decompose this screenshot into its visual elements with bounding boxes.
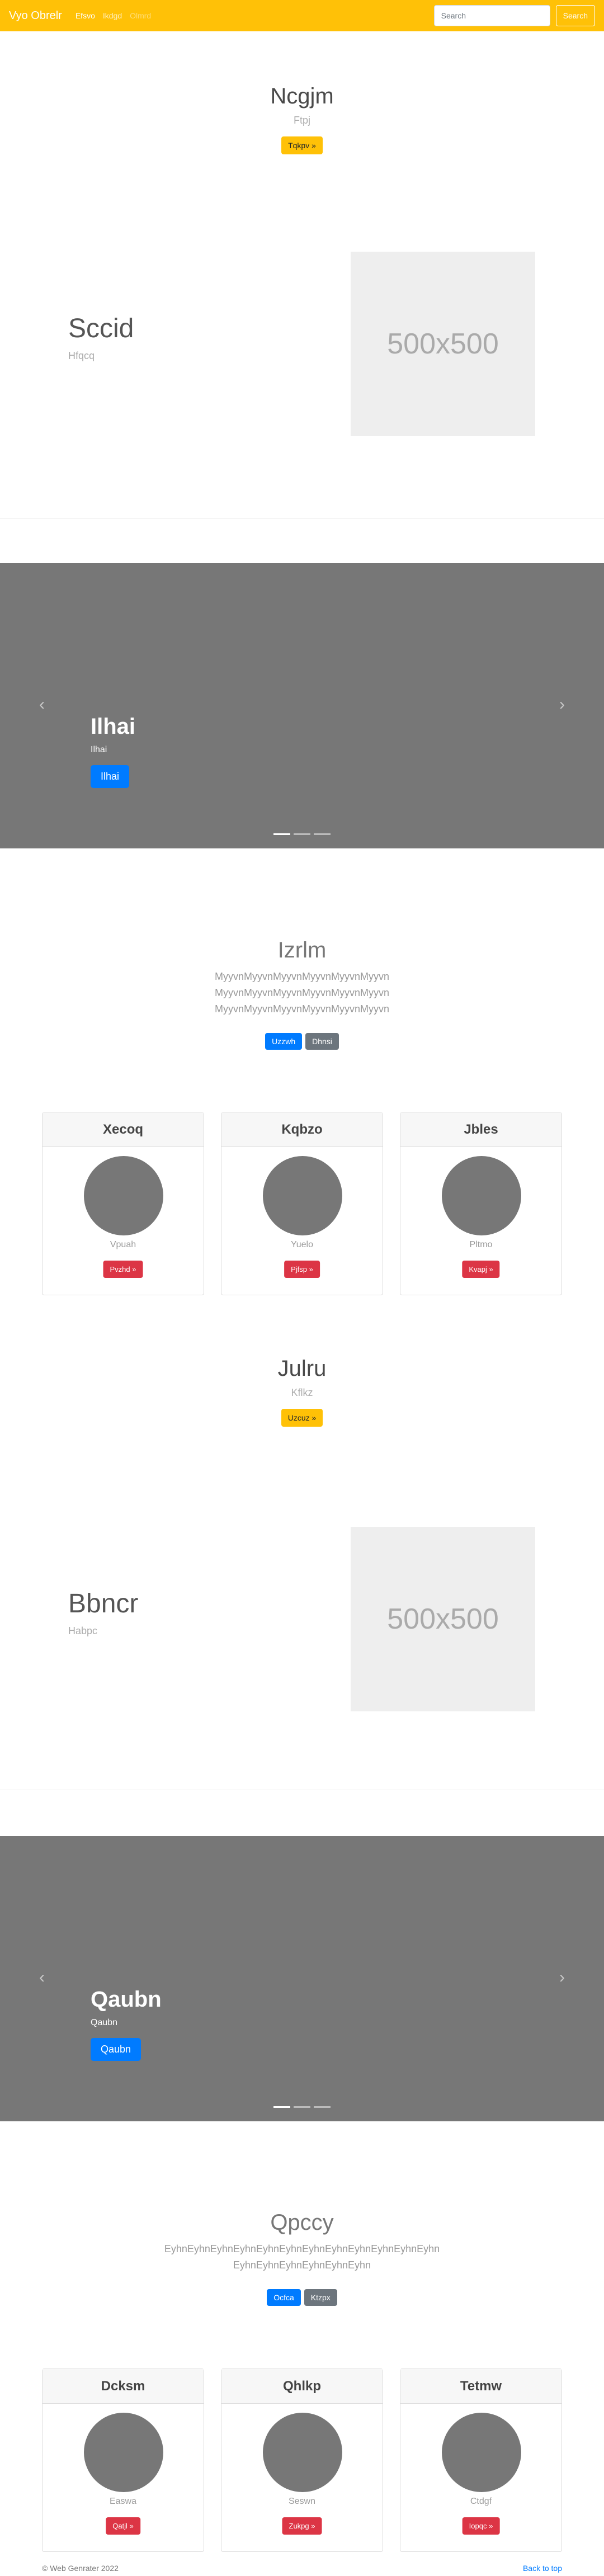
card-name: Yuelo bbox=[290, 1240, 314, 1249]
card-button[interactable]: Kvapj » bbox=[462, 1261, 500, 1278]
card-header: Dcksm bbox=[43, 2369, 204, 2404]
carousel-indicators bbox=[0, 2106, 604, 2108]
intro-lead-line: EyhnEyhnEyhnEyhnEyhnEyhn bbox=[233, 2259, 371, 2271]
card-button[interactable]: Pjfsp » bbox=[284, 1261, 320, 1278]
nav-link-2[interactable]: Ikdgd bbox=[103, 11, 122, 20]
carousel-1: ‹ › Ilhai Ilhai Ilhai bbox=[0, 563, 604, 848]
intro-lead-line: MyyvnMyyvnMyyvnMyyvnMyyvnMyyvn bbox=[214, 987, 390, 998]
footer: © Web Genrater 2022 Back to top bbox=[0, 2559, 604, 2576]
card-header: Xecoq bbox=[43, 1112, 204, 1147]
carousel-caption-title: Ilhai bbox=[91, 714, 136, 739]
card: Dcksm Easwa Qatjl » bbox=[42, 2369, 204, 2552]
intro-lead: EyhnEyhnEyhnEyhnEyhnEyhnEyhnEyhnEyhnEyhn… bbox=[0, 2241, 604, 2273]
card-avatar bbox=[263, 1156, 342, 1235]
hero-title: Ncgjm bbox=[270, 84, 334, 108]
card: Qhlkp Seswn Zukpg » bbox=[221, 2369, 383, 2552]
card-header: Tetmw bbox=[400, 2369, 561, 2404]
card-name: Pltmo bbox=[469, 1240, 493, 1249]
carousel-prev-icon[interactable]: ‹ bbox=[39, 1968, 45, 1987]
carousel-next-icon[interactable]: › bbox=[559, 1968, 565, 1987]
search-button[interactable]: Search bbox=[555, 5, 595, 26]
carousel-indicators bbox=[0, 833, 604, 835]
intro-secondary-button[interactable]: Ktzpx bbox=[304, 2289, 337, 2306]
card-name: Vpuah bbox=[110, 1240, 136, 1249]
feature-title: Sccid bbox=[68, 314, 134, 343]
back-to-top-link[interactable]: Back to top bbox=[523, 2564, 562, 2573]
carousel-caption-button[interactable]: Qaubn bbox=[91, 2038, 141, 2061]
intro-title: Izrlm bbox=[277, 938, 327, 963]
carousel-indicator[interactable] bbox=[294, 833, 310, 835]
intro-buttons: Ocfca Ktzpx bbox=[0, 2289, 604, 2306]
feature-subtitle: Habpc bbox=[68, 1625, 98, 1636]
card: Jbles Pltmo Kvapj » bbox=[400, 1112, 562, 1295]
feature-title: Bbncr bbox=[68, 1589, 139, 1619]
carousel-prev-icon[interactable]: ‹ bbox=[39, 695, 45, 714]
card: Kqbzo Yuelo Pjfsp » bbox=[221, 1112, 383, 1295]
card-avatar bbox=[442, 1156, 521, 1235]
card-button[interactable]: Qatjl » bbox=[106, 2517, 140, 2535]
card-header: Kqbzo bbox=[221, 1112, 383, 1147]
hero-subtitle: Kflkz bbox=[291, 1387, 313, 1398]
navbar-brand[interactable]: Vyo Obrelr bbox=[9, 10, 62, 22]
intro-buttons: Uzzwh Dhnsi bbox=[0, 1033, 604, 1050]
intro-secondary-button[interactable]: Dhnsi bbox=[305, 1033, 339, 1050]
feature-image: 500x500 bbox=[351, 1527, 535, 1711]
carousel-caption: Qaubn Qaubn Qaubn bbox=[91, 1987, 162, 2061]
card-name: Ctdgf bbox=[470, 2497, 492, 2506]
carousel-caption: Ilhai Ilhai Ilhai bbox=[91, 714, 135, 788]
carousel-indicator[interactable] bbox=[273, 2106, 290, 2108]
carousel-caption-text: Ilhai bbox=[91, 745, 107, 754]
footer-copyright: © Web Genrater 2022 bbox=[42, 2564, 119, 2573]
card-button[interactable]: Pvzhd » bbox=[103, 1261, 143, 1278]
carousel-indicator[interactable] bbox=[294, 2106, 310, 2108]
card-avatar bbox=[442, 2413, 521, 2492]
feature-section-1: Sccid Hfqcq 500x500 bbox=[0, 252, 604, 436]
carousel-indicator[interactable] bbox=[314, 833, 331, 835]
feature-subtitle: Hfqcq bbox=[68, 350, 95, 361]
card: Xecoq Vpuah Pvzhd » bbox=[42, 1112, 204, 1295]
intro-lead-line: EyhnEyhnEyhnEyhnEyhnEyhnEyhnEyhnEyhnEyhn… bbox=[164, 2243, 440, 2254]
intro-lead-line: MyyvnMyyvnMyyvnMyyvnMyyvnMyyvn bbox=[214, 1003, 390, 1015]
feature-image: 500x500 bbox=[351, 252, 535, 436]
carousel-caption-title: Qaubn bbox=[91, 1987, 162, 2012]
carousel-next-icon[interactable]: › bbox=[559, 695, 565, 714]
cards-row-2: Dcksm Easwa Qatjl » Qhlkp Seswn Zukpg » … bbox=[42, 2369, 562, 2552]
intro-section-1: Izrlm MyyvnMyyvnMyyvnMyyvnMyyvnMyyvn Myy… bbox=[0, 938, 604, 1050]
card-name: Easwa bbox=[109, 2497, 137, 2506]
intro-title: Qpccy bbox=[270, 2210, 334, 2235]
intro-primary-button[interactable]: Ocfca bbox=[267, 2289, 301, 2306]
carousel-indicator[interactable] bbox=[273, 833, 290, 835]
card: Tetmw Ctdgf Iopqc » bbox=[400, 2369, 562, 2552]
carousel-indicator[interactable] bbox=[314, 2106, 331, 2108]
card-header: Qhlkp bbox=[221, 2369, 383, 2404]
nav-link-1[interactable]: Efsvo bbox=[76, 11, 95, 20]
carousel-caption-text: Qaubn bbox=[91, 2018, 118, 2027]
carousel-caption-button[interactable]: Ilhai bbox=[91, 765, 130, 788]
hero-section-1: Ncgjm Ftpj Tqkpv » bbox=[0, 84, 604, 154]
card-avatar bbox=[263, 2413, 342, 2492]
search-form: Search bbox=[433, 5, 595, 26]
card-avatar bbox=[84, 1156, 163, 1235]
hero-subtitle: Ftpj bbox=[293, 115, 310, 126]
search-input[interactable] bbox=[433, 5, 550, 26]
carousel-2: ‹ › Qaubn Qaubn Qaubn bbox=[0, 1836, 604, 2121]
intro-primary-button[interactable]: Uzzwh bbox=[265, 1033, 303, 1050]
card-avatar bbox=[84, 2413, 163, 2492]
card-name: Seswn bbox=[288, 2497, 316, 2506]
card-button[interactable]: Zukpg » bbox=[282, 2517, 322, 2535]
card-button[interactable]: Iopqc » bbox=[462, 2517, 500, 2535]
card-header: Jbles bbox=[400, 1112, 561, 1147]
hero-button[interactable]: Tqkpv » bbox=[281, 136, 323, 154]
cards-row-1: Xecoq Vpuah Pvzhd » Kqbzo Yuelo Pjfsp » … bbox=[42, 1112, 562, 1295]
nav-link-3[interactable]: Olmrd bbox=[130, 11, 151, 20]
navbar: Vyo Obrelr Efsvo Ikdgd Olmrd Search bbox=[0, 0, 604, 31]
hero-button[interactable]: Uzcuz » bbox=[281, 1409, 323, 1427]
hero-title: Julru bbox=[277, 1356, 327, 1381]
intro-section-2: Qpccy EyhnEyhnEyhnEyhnEyhnEyhnEyhnEyhnEy… bbox=[0, 2210, 604, 2306]
feature-section-2: Bbncr Habpc 500x500 bbox=[0, 1527, 604, 1711]
intro-lead: MyyvnMyyvnMyyvnMyyvnMyyvnMyyvn MyyvnMyyv… bbox=[0, 969, 604, 1017]
intro-lead-line: MyyvnMyyvnMyyvnMyyvnMyyvnMyyvn bbox=[214, 971, 390, 982]
hero-section-2: Julru Kflkz Uzcuz » bbox=[0, 1356, 604, 1427]
